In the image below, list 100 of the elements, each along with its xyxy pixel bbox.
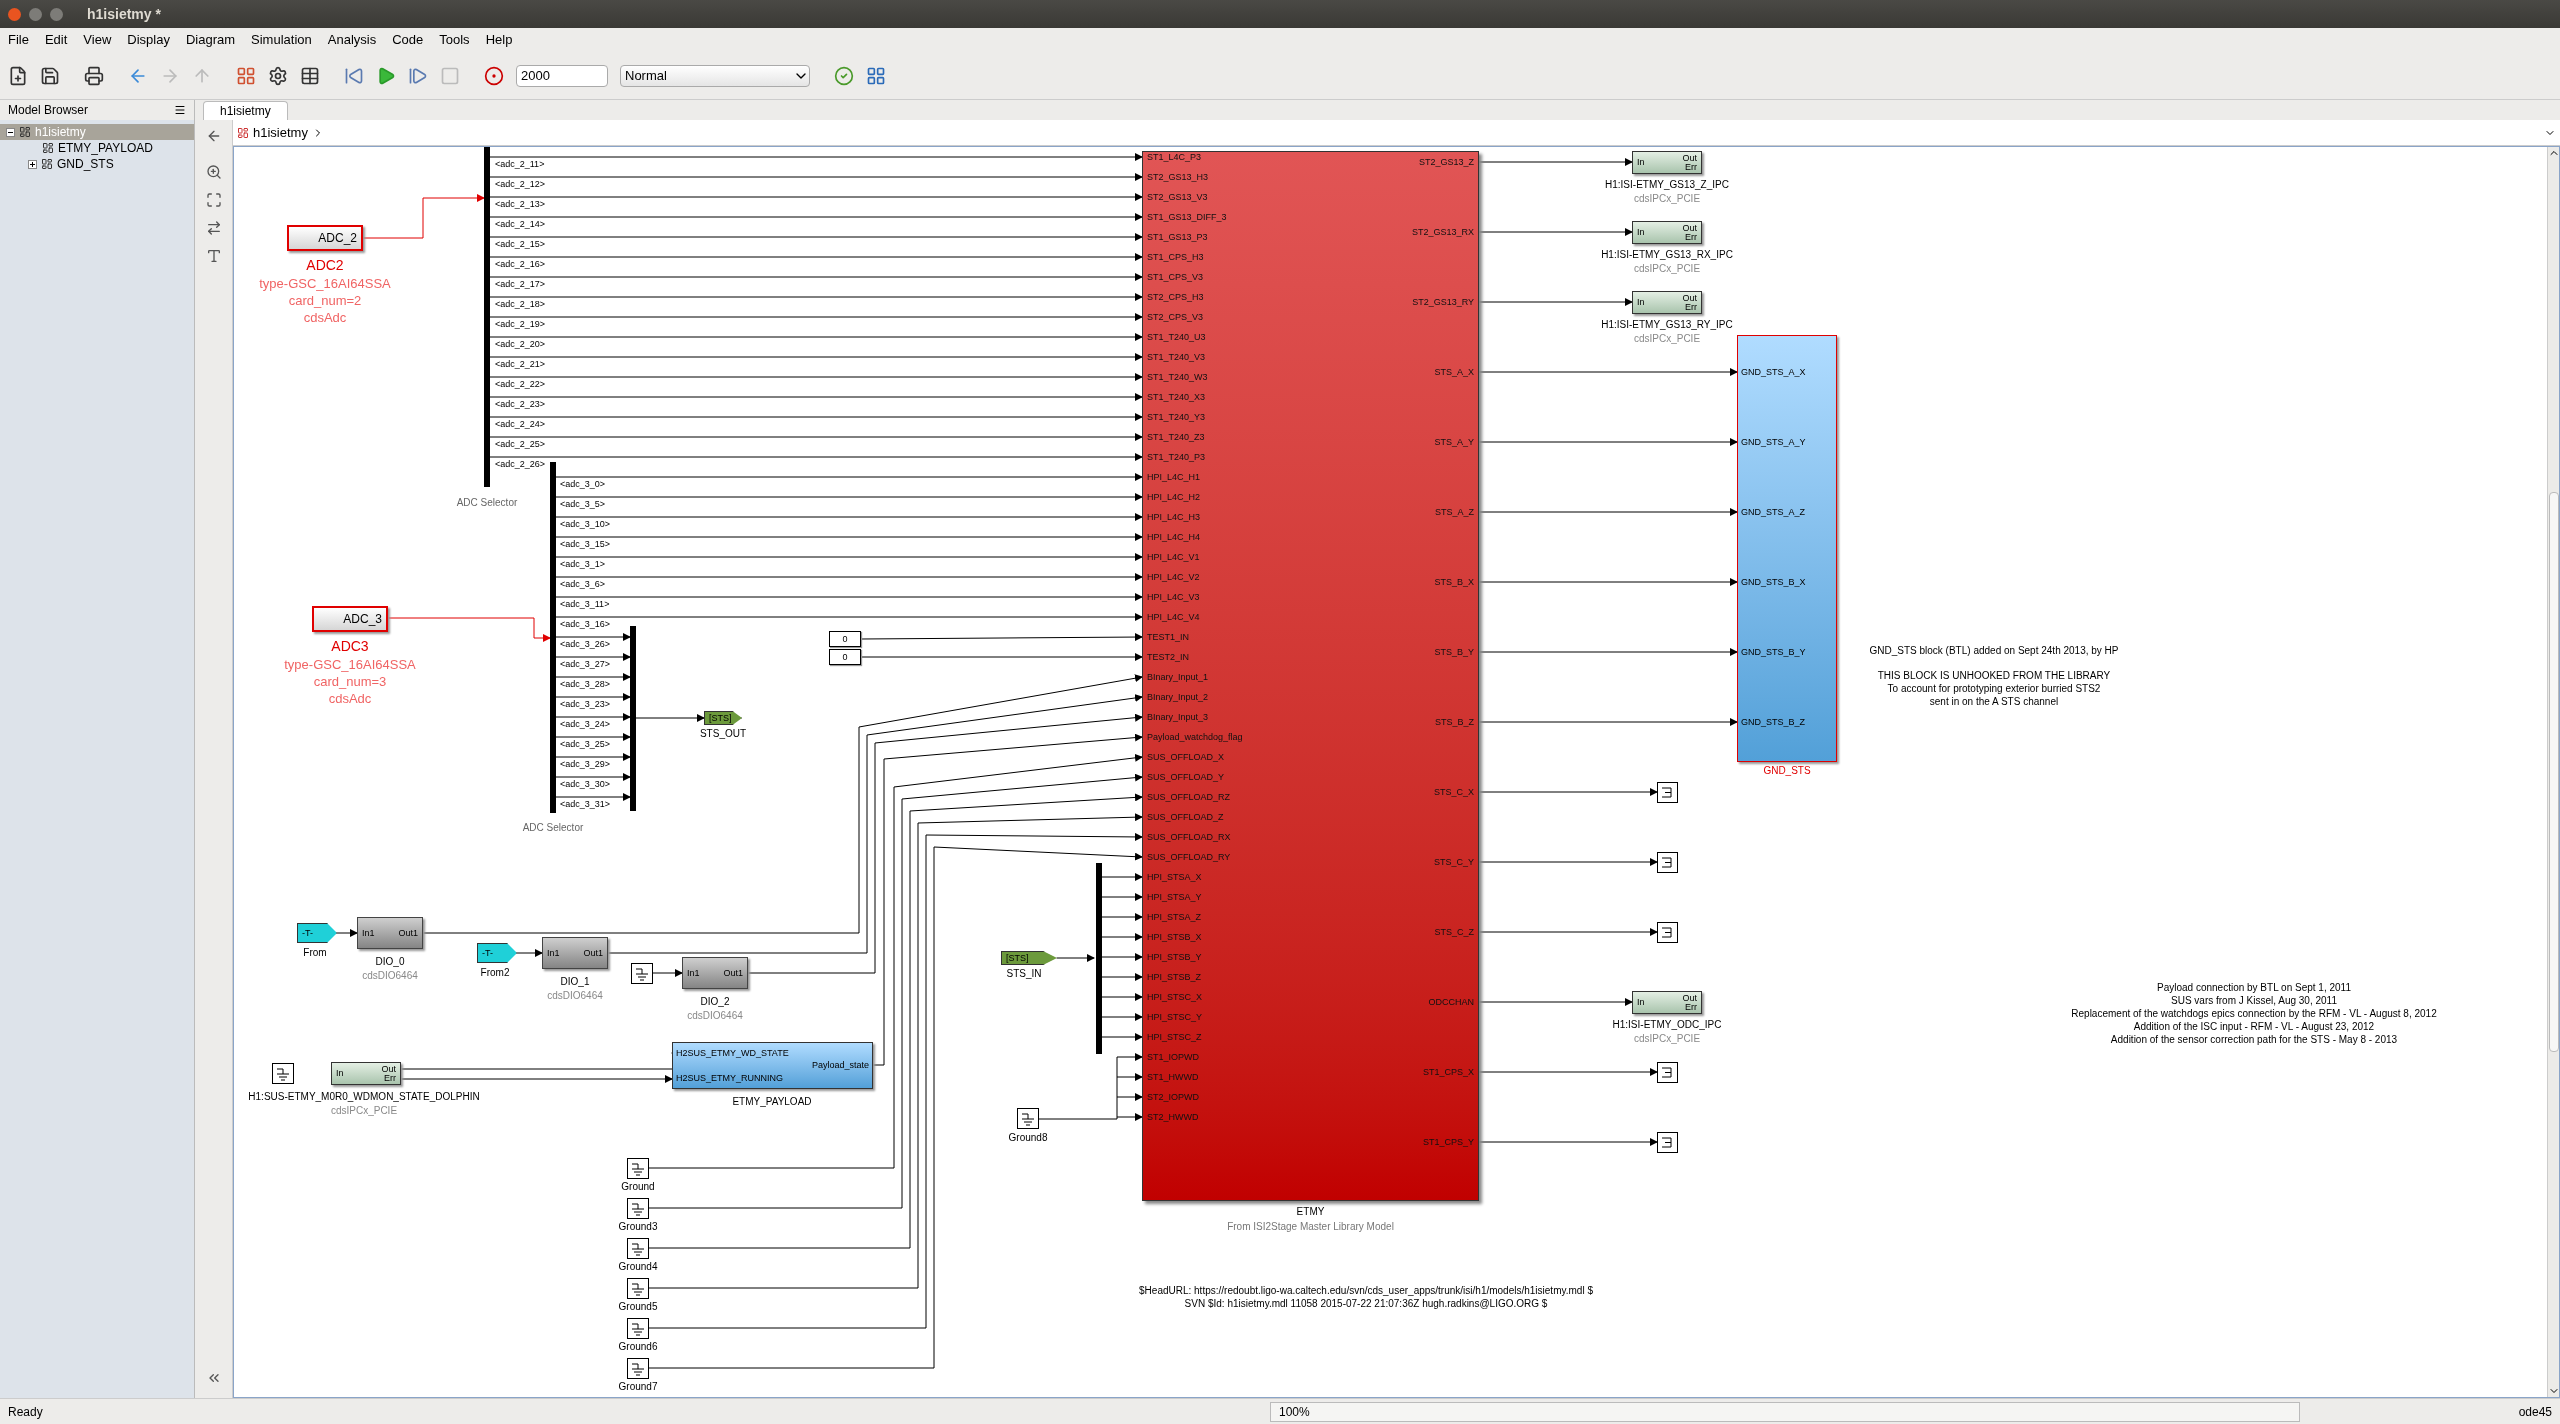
ground-icon: [627, 1318, 649, 1339]
tree-item[interactable]: GND_STS: [0, 156, 194, 172]
menu-item[interactable]: Analysis: [327, 30, 377, 50]
port-label: ST1_CPS_V3: [1147, 273, 1204, 282]
port-label: Out1: [723, 968, 743, 978]
signal-label: <adc_3_16>: [560, 620, 611, 629]
port-label: In: [1637, 998, 1645, 1007]
block-label: ETMY: [1295, 1207, 1326, 1217]
signal-label: <adc_2_21>: [495, 360, 546, 369]
adc-block: ADC_3: [312, 606, 388, 632]
signal-label: <adc_3_31>: [560, 800, 611, 809]
fit-view-icon[interactable]: [205, 192, 222, 208]
signal-label: <adc_3_1>: [560, 560, 606, 569]
from-tag: -T-: [297, 923, 337, 943]
block-label: Ground6: [617, 1342, 659, 1352]
block-label: GND_STS: [1762, 766, 1812, 776]
port-label: HPI_STSC_Y: [1147, 1013, 1203, 1022]
signal-label: <adc_3_28>: [560, 680, 611, 689]
print-icon[interactable]: [84, 65, 104, 86]
signal-label: <adc_3_11>: [560, 600, 610, 609]
zoom-in-icon[interactable]: [205, 164, 222, 180]
tab[interactable]: h1isietmy: [203, 101, 288, 120]
signal-label: <adc_3_25>: [560, 740, 611, 749]
port-label: HPI_STSC_X: [1147, 993, 1203, 1002]
check-icon[interactable]: [834, 65, 854, 86]
port-label: HPI_STSA_Z: [1147, 913, 1202, 922]
close-button[interactable]: [8, 7, 21, 21]
annotation-icon[interactable]: [205, 248, 222, 264]
annotation-text: GND_STS block (BTL) added on Sept 24th 2013, by HP: [1869, 644, 2119, 657]
port-label: Out: [381, 1064, 396, 1074]
port-label: ST2_CPS_H3: [1147, 293, 1204, 302]
signal-label: <adc_3_29>: [560, 760, 611, 769]
menu-item[interactable]: Edit: [44, 30, 68, 50]
port-label: ST2_IOPWD: [1147, 1093, 1199, 1102]
vertical-scrollbar[interactable]: [2547, 147, 2559, 1397]
block-label: From: [302, 948, 328, 958]
port-label: HPI_STSC_Z: [1147, 1033, 1202, 1042]
block-label: Ground3: [617, 1222, 659, 1232]
port-label: ST1_CPS_H3: [1147, 253, 1204, 262]
minimize-button[interactable]: [29, 7, 42, 21]
signal-label: <adc_2_24>: [495, 420, 546, 429]
port-label: HPI_L4C_V4: [1147, 613, 1200, 622]
menu-item[interactable]: File: [8, 30, 29, 50]
port-label: ST2_HWWD: [1147, 1113, 1199, 1122]
block-label: Ground5: [617, 1302, 659, 1312]
block-label: STS_IN: [1005, 969, 1043, 979]
block-label: cdsDIO6464: [361, 971, 419, 981]
port-label: Payload_state: [811, 1061, 869, 1070]
collapse-icon[interactable]: [6, 127, 15, 137]
port-label: ST2_GS13_RX: [1411, 228, 1474, 237]
new-model-icon[interactable]: [8, 65, 28, 86]
port-label: H2SUS_ETMY_WD_STATE: [676, 1049, 789, 1058]
solver-name: ode45: [2517, 1403, 2553, 1421]
explorer-icon[interactable]: [300, 65, 320, 86]
menu-item[interactable]: Code: [392, 30, 424, 50]
port-label: GND_STS_A_X: [1741, 368, 1806, 377]
signal-label: <adc_3_15>: [560, 540, 611, 549]
port-label: HPI_L4C_H3: [1147, 513, 1201, 522]
run-icon[interactable]: [376, 65, 396, 86]
port-label: BInary_Input_2: [1147, 693, 1209, 702]
block-label: ADC Selector: [521, 823, 585, 833]
grid-icon[interactable]: [866, 65, 886, 86]
from-tag: [STS]: [1001, 951, 1057, 965]
block-description: type-GSC_16AI64SSA card_num=3 cdsAdc: [283, 656, 417, 707]
menu-item[interactable]: Simulation: [251, 30, 312, 50]
port-label: ST1_IOPWD: [1147, 1053, 1199, 1062]
tree-item[interactable]: ETMY_PAYLOAD: [0, 140, 194, 156]
signal-label: <adc_2_20>: [495, 340, 546, 349]
expand-icon[interactable]: [28, 159, 37, 169]
port-label: In: [1637, 298, 1645, 307]
port-label: Out: [1682, 293, 1697, 303]
block-label: H1:ISI-ETMY_GS13_Z_IPC: [1604, 180, 1730, 190]
menu-item[interactable]: Display: [127, 30, 170, 50]
port-label: In: [336, 1069, 344, 1078]
ground-icon: [631, 963, 653, 984]
port-label: Out: [1682, 993, 1697, 1003]
breadcrumb-item[interactable]: h1isietmy: [253, 122, 308, 143]
record-icon[interactable]: [484, 65, 504, 86]
port-label: SUS_OFFLOAD_X: [1147, 753, 1225, 762]
simulation-mode-dropdown[interactable]: Normal: [620, 64, 810, 87]
block-label: DIO_2: [699, 997, 731, 1007]
port-label: ST1_T240_Z3: [1147, 433, 1205, 442]
menu-icon[interactable]: [174, 104, 186, 116]
menu-item[interactable]: Diagram: [185, 30, 236, 50]
signal-label: <adc_2_11>: [495, 160, 545, 169]
menu-item[interactable]: View: [83, 30, 112, 50]
menu-item[interactable]: Tools: [439, 30, 470, 50]
stop-time-field[interactable]: 2000: [516, 64, 608, 87]
port-label: GND_STS_B_X: [1741, 578, 1806, 587]
save-icon[interactable]: [40, 65, 60, 86]
step-forward-icon[interactable]: [408, 65, 428, 86]
settings-icon[interactable]: [268, 65, 288, 86]
menu-item[interactable]: Help: [485, 30, 513, 50]
port-label: ST2_GS13_H3: [1147, 173, 1209, 182]
port-label: ST2_GS13_V3: [1147, 193, 1208, 202]
arrows-icon[interactable]: [205, 220, 222, 236]
scrollbar-thumb[interactable]: [2548, 492, 2559, 1052]
port-label: ST1_CPS_X: [1422, 1068, 1474, 1077]
maximize-button[interactable]: [50, 7, 63, 21]
signal-label: <adc_2_15>: [495, 240, 546, 249]
